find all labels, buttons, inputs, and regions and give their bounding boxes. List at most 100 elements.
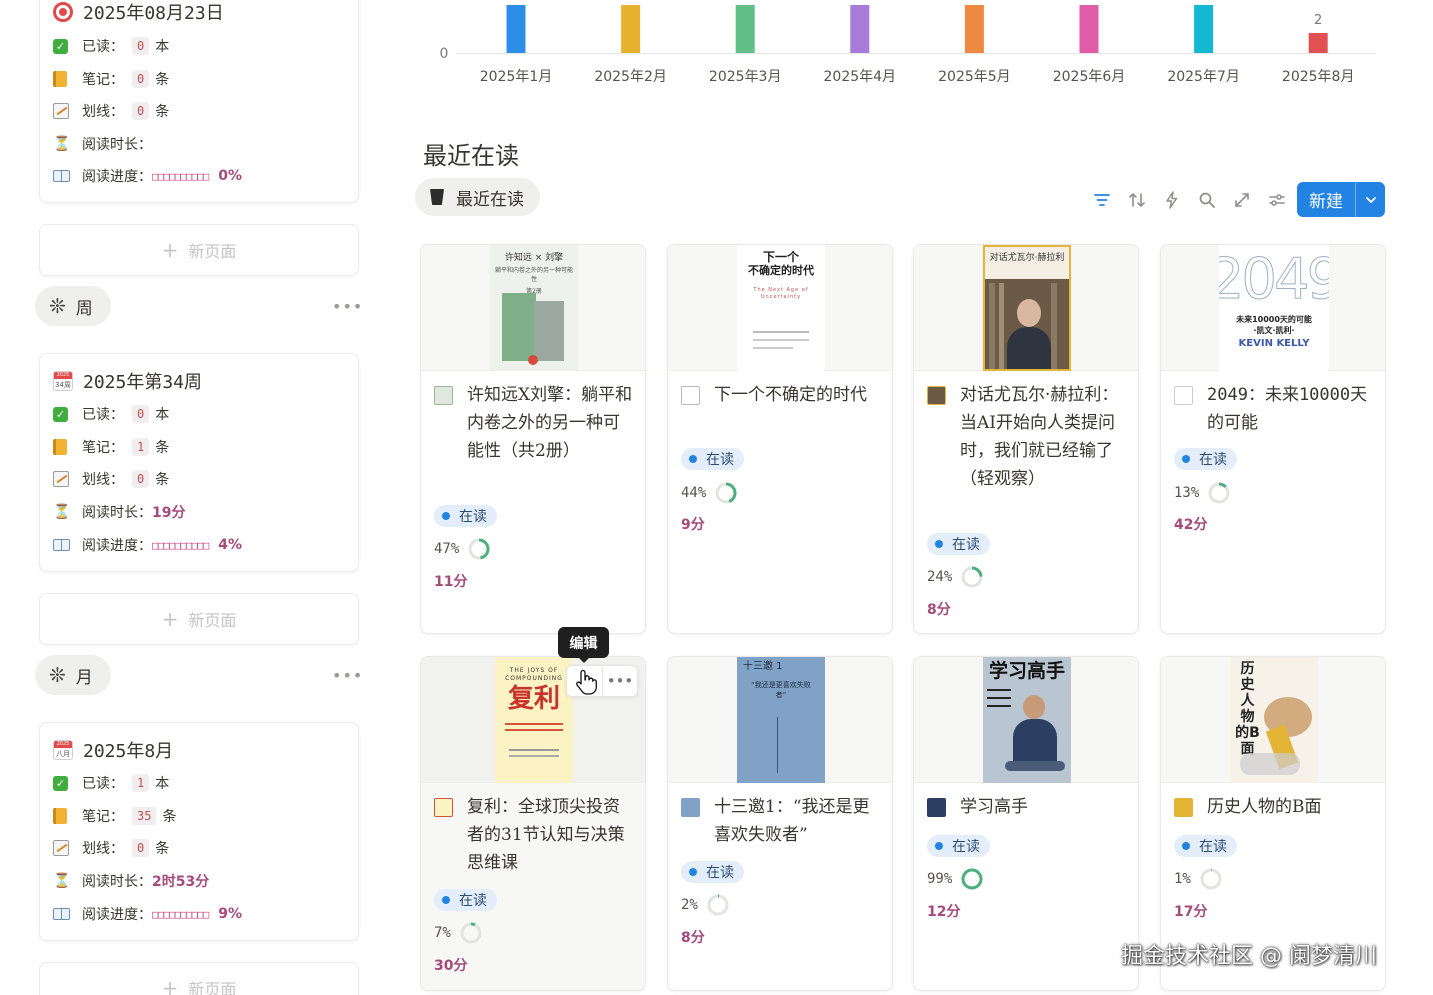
book-card[interactable]: 下一个 不确定的时代 The Next Age of Uncertainty 下…: [667, 244, 893, 634]
reading-time: 12分: [927, 904, 961, 920]
hourglass-icon: ⏳: [53, 873, 71, 889]
x-tick-label: 2025年4月: [824, 69, 897, 85]
group-week[interactable]: ❊ 周: [35, 286, 111, 326]
chevron-down-icon[interactable]: [1356, 193, 1385, 207]
cover-image-1: 许知远 × 刘擎 躺平和内卷之外的另一种可能性 第2册: [490, 245, 578, 371]
view-tab-recent[interactable]: 最近在读: [415, 178, 540, 216]
bar-6: [1079, 5, 1099, 53]
book-card[interactable]: THE JOYS OF COMPOUNDING 复利 复利：全球顶尖投资者的31…: [420, 656, 646, 991]
new-page-button-week[interactable]: + 新页面: [39, 593, 359, 645]
progress-row: 7%: [434, 921, 483, 945]
expand-icon[interactable]: [1224, 186, 1259, 214]
x-tick-label: 2025年1月: [480, 69, 553, 85]
checkbox-icon: ✓: [53, 38, 68, 54]
card-title: 2025 34周 2025年第34周: [53, 368, 202, 394]
status-badge: 在读: [434, 889, 497, 911]
checkbox-icon: ✓: [53, 406, 68, 422]
calendar-icon: 2025 八月: [53, 740, 73, 760]
x-tick-label: 2025年2月: [594, 69, 667, 85]
notebook-icon: [53, 808, 67, 824]
book-thumb-icon: [434, 798, 453, 817]
book-title[interactable]: 十三邀1：“我还是更喜欢失败者”: [681, 793, 881, 849]
sort-icon[interactable]: [1119, 186, 1154, 214]
book-card[interactable]: 学习高手 学习高手 在读 99% 12分: [913, 656, 1139, 991]
new-page-button-month[interactable]: + 新页面: [39, 962, 359, 995]
x-tick-label: 2025年3月: [709, 69, 782, 85]
cover-image-3: 对话尤瓦尔·赫拉利: [983, 245, 1071, 371]
book-card[interactable]: 十三邀 1 “我还是更喜欢失败者” 十三邀1：“我还是更喜欢失败者” 在读 2%…: [667, 656, 893, 991]
settings-icon[interactable]: [1259, 186, 1294, 214]
plus-icon: +: [161, 607, 179, 631]
filter-icon[interactable]: [1084, 186, 1119, 214]
hourglass-icon: ⏳: [53, 504, 71, 520]
status-badge: 在读: [681, 861, 744, 883]
new-button[interactable]: 新建: [1297, 182, 1385, 217]
plus-icon: +: [161, 976, 179, 995]
progress-row: 1%: [1174, 867, 1223, 891]
card-title: 2025 八月 2025年8月: [53, 737, 173, 763]
progress-row: 13%: [1174, 481, 1231, 505]
y-tick-label: 0: [440, 46, 449, 62]
bar-2: [621, 5, 641, 53]
stat-row-notes: 笔记： 1 条: [53, 436, 169, 458]
reading-time: 17分: [1174, 904, 1208, 920]
book-title[interactable]: 2049：未来10000天的可能: [1174, 381, 1374, 437]
status-badge: 在读: [927, 533, 990, 555]
stat-card-day[interactable]: 2025年08月23日 ✓ 已读： 0 本 笔记： 0 条 划线： 0 条 ⏳ 阅读时长： …: [39, 0, 359, 203]
bar-3: [735, 5, 755, 53]
status-badge: 在读: [434, 505, 497, 527]
book-cover: 十三邀 1 “我还是更喜欢失败者”: [668, 657, 892, 783]
book-title[interactable]: 复利：全球顶尖投资者的31节认知与决策思维课: [434, 793, 634, 877]
progress-ring: [961, 868, 983, 890]
book-cover: 下一个 不确定的时代 The Next Age of Uncertainty: [668, 245, 892, 371]
book-thumb-icon: [681, 798, 700, 817]
book-title[interactable]: 下一个不确定的时代: [681, 381, 881, 409]
progress-ring: [468, 538, 490, 560]
stat-row-marks: 划线： 0 条: [53, 468, 169, 490]
data-label: 2: [1314, 13, 1322, 28]
cup-icon: [430, 189, 444, 205]
progress-row: 99%: [927, 867, 984, 891]
book-title[interactable]: 学习高手: [927, 793, 1127, 821]
bar-1: [506, 5, 526, 53]
book-title[interactable]: 许知远X刘擎：躺平和内卷之外的另一种可能性（共2册）: [434, 381, 634, 465]
x-tick-label: 2025年7月: [1167, 69, 1240, 85]
progress-row: 44%: [681, 481, 738, 505]
x-tick-label: 2025年8月: [1282, 69, 1355, 85]
stat-row-read: ✓ 已读： 0 本: [53, 35, 169, 57]
card-title: 2025年08月23日: [53, 0, 224, 25]
open-book-icon: [53, 539, 70, 551]
book-card[interactable]: 2049 未来10000天的可能 ·凯文·凯利· KEVIN KELLY 204…: [1160, 244, 1386, 634]
book-card[interactable]: 许知远 × 刘擎 躺平和内卷之外的另一种可能性 第2册 许知远X刘擎：躺平和内卷…: [420, 244, 646, 634]
hand-cursor-icon: [576, 669, 597, 695]
progress-row: 2%: [681, 893, 730, 917]
stat-card-week[interactable]: 2025 34周 2025年第34周 ✓ 已读： 0 本 笔记： 1 条 划线： 0 条 ⏳ …: [39, 353, 359, 572]
stat-row-marks: 划线： 0 条: [53, 837, 169, 859]
book-card[interactable]: 对话尤瓦尔·赫拉利 对话尤瓦尔·赫拉利：当AI开始向人类提问时，我们就已经输了（…: [913, 244, 1139, 634]
bar-5: [964, 5, 984, 53]
more-icon[interactable]: •••: [332, 666, 363, 685]
progress-row: 24%: [927, 565, 984, 589]
monthly-bar-chart: 0 2025年1月 2025年2月 2025年3月 2025年4月 2025年5月 2025…: [440, 5, 1376, 85]
stat-card-month[interactable]: 2025 八月 2025年8月 ✓ 已读： 1 本 笔记： 35 条 划线： 0 条 ⏳ 阅读…: [39, 722, 359, 941]
book-title[interactable]: 历史人物的B面: [1174, 793, 1374, 821]
book-cover: 学习高手: [914, 657, 1138, 783]
edit-tooltip: 编辑: [558, 627, 609, 663]
stat-row-notes: 笔记： 35 条: [53, 805, 176, 827]
reading-time: 8分: [927, 602, 951, 618]
open-book-icon: [53, 170, 70, 182]
x-tick-label: 2025年6月: [1053, 69, 1126, 85]
search-icon[interactable]: [1189, 186, 1224, 214]
x-tick-label: 2025年5月: [938, 69, 1011, 85]
highlight-icon: [53, 840, 69, 856]
section-title: 最近在读: [423, 142, 519, 170]
more-options-button[interactable]: •••: [601, 666, 637, 696]
sparkle-icon: ❊: [49, 294, 66, 318]
stat-row-marks: 划线： 0 条: [53, 100, 169, 122]
book-title[interactable]: 对话尤瓦尔·赫拉利：当AI开始向人类提问时，我们就已经输了（轻观察）: [927, 381, 1127, 493]
stat-row-progress: 阅读进度： □□□□□□□□□□ 4%: [53, 534, 242, 556]
group-month[interactable]: ❊ 月: [35, 655, 111, 695]
more-icon[interactable]: •••: [332, 297, 363, 316]
new-page-button-day[interactable]: + 新页面: [39, 224, 359, 276]
lightning-icon[interactable]: [1154, 186, 1189, 214]
